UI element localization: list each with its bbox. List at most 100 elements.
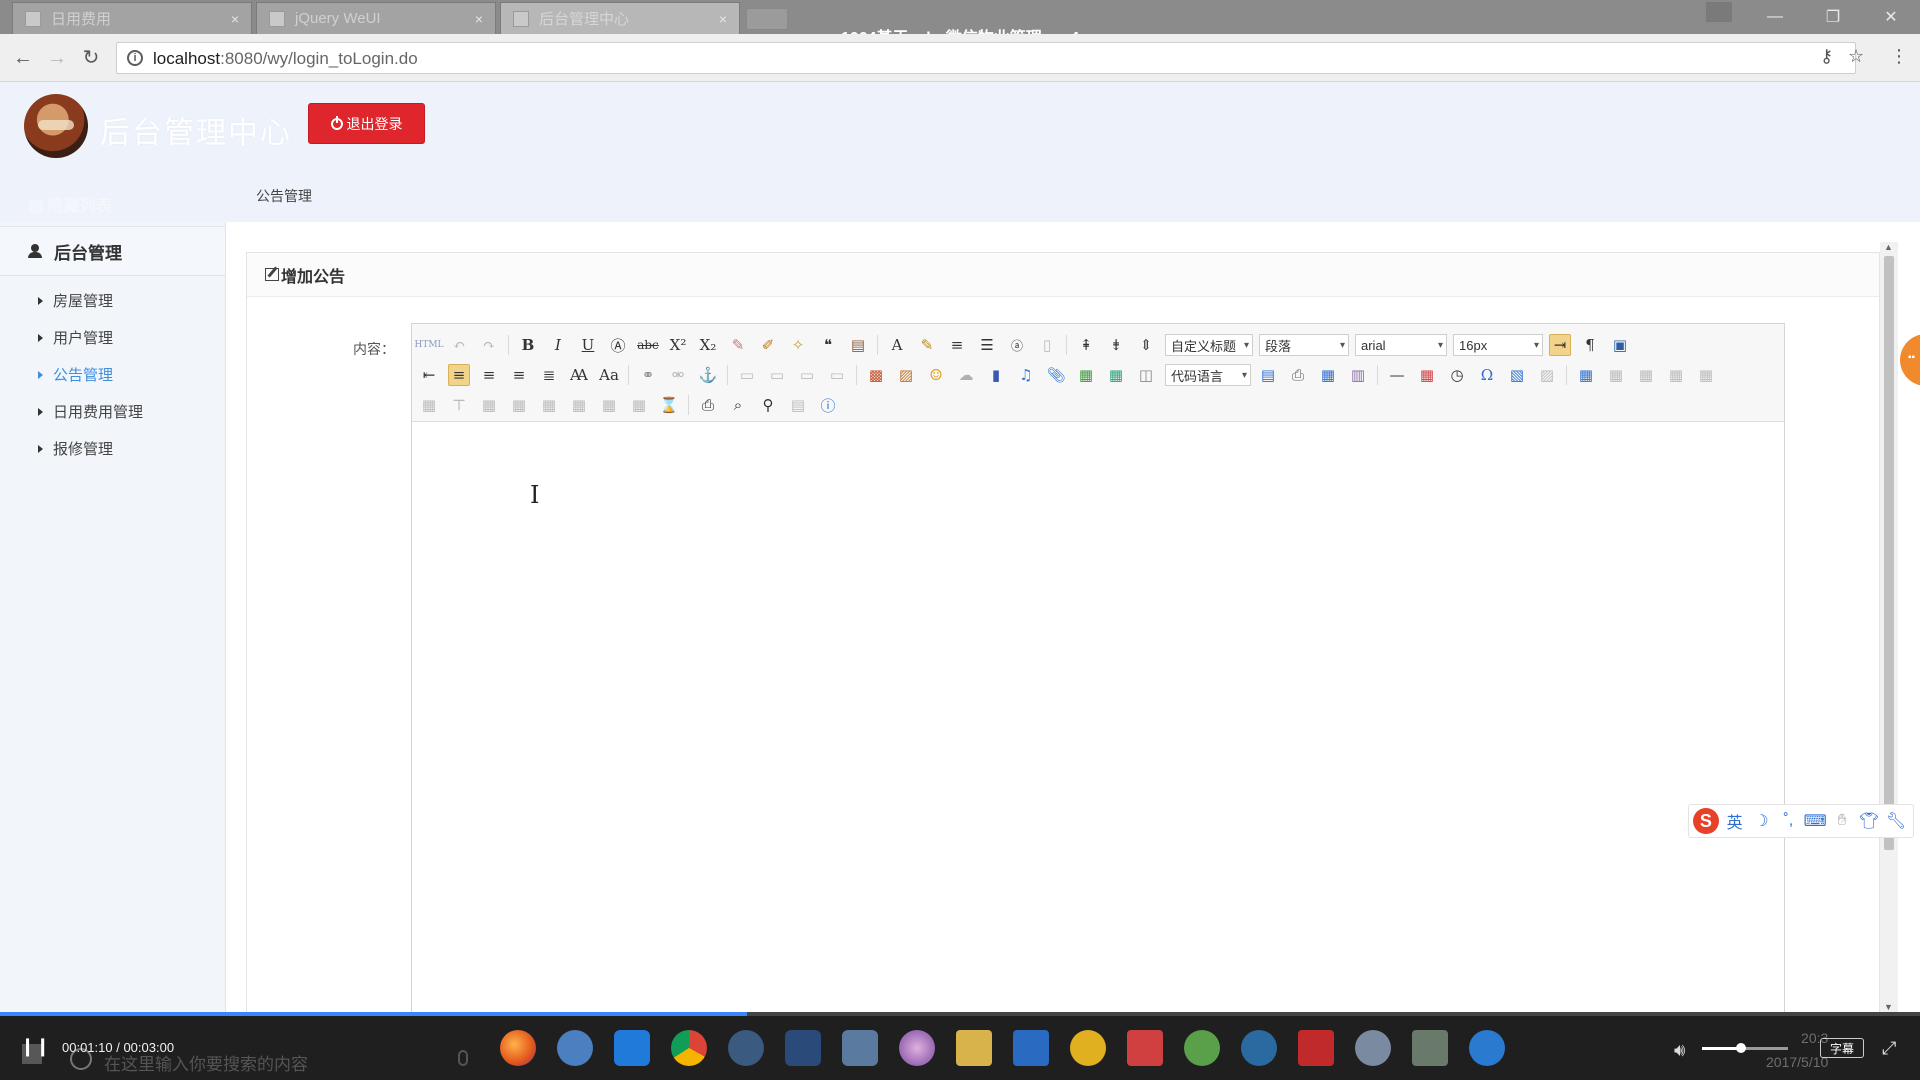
eraser-icon[interactable]: ✎: [727, 334, 749, 356]
align-right-icon[interactable]: ≡: [508, 364, 530, 386]
paragraph-select[interactable]: 段落: [1259, 334, 1349, 356]
volume-slider[interactable]: [1702, 1043, 1788, 1053]
k-app-icon[interactable]: [1241, 1030, 1277, 1066]
globe-app-icon[interactable]: [1355, 1030, 1391, 1066]
chrome-icon[interactable]: [671, 1030, 707, 1066]
code-language-select[interactable]: 代码语言: [1165, 364, 1251, 386]
insert-row-icon[interactable]: ▦: [1665, 364, 1687, 386]
editor-body[interactable]: I: [412, 423, 1784, 1020]
superscript-icon[interactable]: X²: [667, 334, 689, 356]
lowercase-icon[interactable]: Aa: [598, 364, 620, 386]
music-icon[interactable]: ♫: [1015, 364, 1037, 386]
delete-row-icon[interactable]: ▦: [1695, 364, 1717, 386]
horizontal-rule-icon[interactable]: —: [1386, 364, 1408, 386]
image-left-icon[interactable]: ▭: [766, 364, 788, 386]
merge-right-icon[interactable]: ▦: [508, 394, 530, 416]
notes-app-icon[interactable]: [1127, 1030, 1163, 1066]
special-chars-icon[interactable]: Ω: [1476, 364, 1498, 386]
font-family-select[interactable]: arial: [1355, 334, 1447, 356]
ordered-list-icon[interactable]: ≡: [946, 334, 968, 356]
page-scrollbar[interactable]: ▲ ▼: [1880, 242, 1898, 1012]
keyboard-icon[interactable]: ⌨: [1804, 811, 1827, 831]
play-pause-button[interactable]: ❙❙: [20, 1036, 50, 1062]
skype-icon[interactable]: [557, 1030, 593, 1066]
highlight-icon[interactable]: ✎: [916, 334, 938, 356]
time-icon[interactable]: ◷: [1446, 364, 1468, 386]
rtl-icon[interactable]: ¶: [1579, 334, 1601, 356]
hbuilder-icon[interactable]: [1298, 1030, 1334, 1066]
url-field[interactable]: i localhost:8080/wy/login_toLogin.do: [116, 42, 1856, 74]
row-spacing-bottom-icon[interactable]: ⇟: [1105, 334, 1127, 356]
edge-icon[interactable]: [614, 1030, 650, 1066]
uppercase-icon[interactable]: Ꜳ: [568, 364, 590, 386]
split-rows-icon[interactable]: ▦: [598, 394, 620, 416]
gmap-icon[interactable]: ▦: [1105, 364, 1127, 386]
subscript-icon[interactable]: X₂: [697, 334, 719, 356]
info-icon[interactable]: i: [127, 50, 143, 66]
strikethrough-icon[interactable]: abc: [637, 334, 659, 356]
date-icon[interactable]: ▦: [1416, 364, 1438, 386]
paint-app-icon[interactable]: [899, 1030, 935, 1066]
chart-icon[interactable]: ▥: [1347, 364, 1369, 386]
select-all-icon[interactable]: ⓐ: [1006, 334, 1028, 356]
help-app-icon[interactable]: [1469, 1030, 1505, 1066]
profile-icon[interactable]: [1706, 2, 1732, 22]
indent-icon[interactable]: ⇤: [418, 364, 440, 386]
fullscreen-icon[interactable]: ⤢: [1882, 1038, 1896, 1059]
sidebar-toggle[interactable]: ▤ 隐藏列表: [28, 192, 112, 216]
print-icon[interactable]: ⎙: [697, 394, 719, 416]
settings-wrench-icon[interactable]: 🔧︎: [1886, 811, 1906, 831]
split-cells-icon[interactable]: ▦: [568, 394, 590, 416]
volume-icon[interactable]: 🔊︎: [1674, 1040, 1685, 1061]
clear-doc-icon[interactable]: ▯: [1036, 334, 1058, 356]
leaf-app-icon[interactable]: [1184, 1030, 1220, 1066]
ltr-icon[interactable]: ⇥: [1549, 334, 1571, 356]
back-icon[interactable]: ←: [12, 46, 34, 70]
attachment-icon[interactable]: 📎︎: [1045, 364, 1067, 386]
sidebar-item-repairs[interactable]: 报修管理: [0, 430, 225, 467]
feather-app-icon[interactable]: [785, 1030, 821, 1066]
align-left-icon[interactable]: ≡: [448, 364, 470, 386]
anchor-icon[interactable]: ⚓: [697, 364, 719, 386]
word-image-icon[interactable]: ▧: [1506, 364, 1528, 386]
network-app-icon[interactable]: [728, 1030, 764, 1066]
sidebar-item-users[interactable]: 用户管理: [0, 319, 225, 356]
scrawl-icon[interactable]: ☁: [955, 364, 977, 386]
source-html-icon[interactable]: HTML: [414, 334, 443, 356]
paste-text-icon[interactable]: ▤: [847, 334, 869, 356]
word-icon[interactable]: [1013, 1030, 1049, 1066]
edit-tip-icon[interactable]: ⌛: [658, 394, 680, 416]
logout-button[interactable]: 退出登录: [308, 103, 425, 144]
scroll-down-icon[interactable]: ▼: [1884, 1002, 1893, 1012]
simple-upload-icon[interactable]: ▩: [865, 364, 887, 386]
image-none-icon[interactable]: ▭: [736, 364, 758, 386]
blockquote-icon[interactable]: ❝: [817, 334, 839, 356]
skin-icon[interactable]: 👕︎: [1859, 811, 1879, 831]
system-clock[interactable]: 20:3 2017/5/10: [1766, 1026, 1828, 1074]
sogou-logo-icon[interactable]: S: [1693, 808, 1719, 834]
merge-cells-icon[interactable]: ▦: [478, 394, 500, 416]
heading-select[interactable]: 自定义标题: [1165, 334, 1253, 356]
delete-table-icon[interactable]: ▦: [1605, 364, 1627, 386]
auto-format-icon[interactable]: ✧: [787, 334, 809, 356]
unlink-icon[interactable]: ⚮: [667, 364, 689, 386]
map-icon[interactable]: ▦: [1075, 364, 1097, 386]
font-border-icon[interactable]: Ⓐ: [607, 334, 629, 356]
template-icon[interactable]: ⎙: [1287, 364, 1309, 386]
sidebar-item-daily-fees[interactable]: 日用费用管理: [0, 393, 225, 430]
image-right-icon[interactable]: ▭: [796, 364, 818, 386]
volume-knob[interactable]: [1735, 1043, 1746, 1053]
format-brush-icon[interactable]: ✐: [757, 334, 779, 356]
duck-app-icon[interactable]: [1070, 1030, 1106, 1066]
ime-language-toggle[interactable]: 英: [1725, 811, 1745, 832]
search-replace-icon[interactable]: ⚲: [757, 394, 779, 416]
insert-frame-icon[interactable]: ◫: [1135, 364, 1157, 386]
background-icon[interactable]: ▦: [1317, 364, 1339, 386]
page-break-icon[interactable]: ▤: [1257, 364, 1279, 386]
menu-icon[interactable]: ⋮: [1890, 46, 1908, 67]
undo-icon[interactable]: ↶: [448, 334, 470, 356]
preview-icon[interactable]: ⌕: [727, 394, 749, 416]
insert-table-icon[interactable]: ▦: [1575, 364, 1597, 386]
delete-col-icon[interactable]: ⊤: [448, 394, 470, 416]
help-icon[interactable]: ⓘ: [817, 394, 839, 416]
